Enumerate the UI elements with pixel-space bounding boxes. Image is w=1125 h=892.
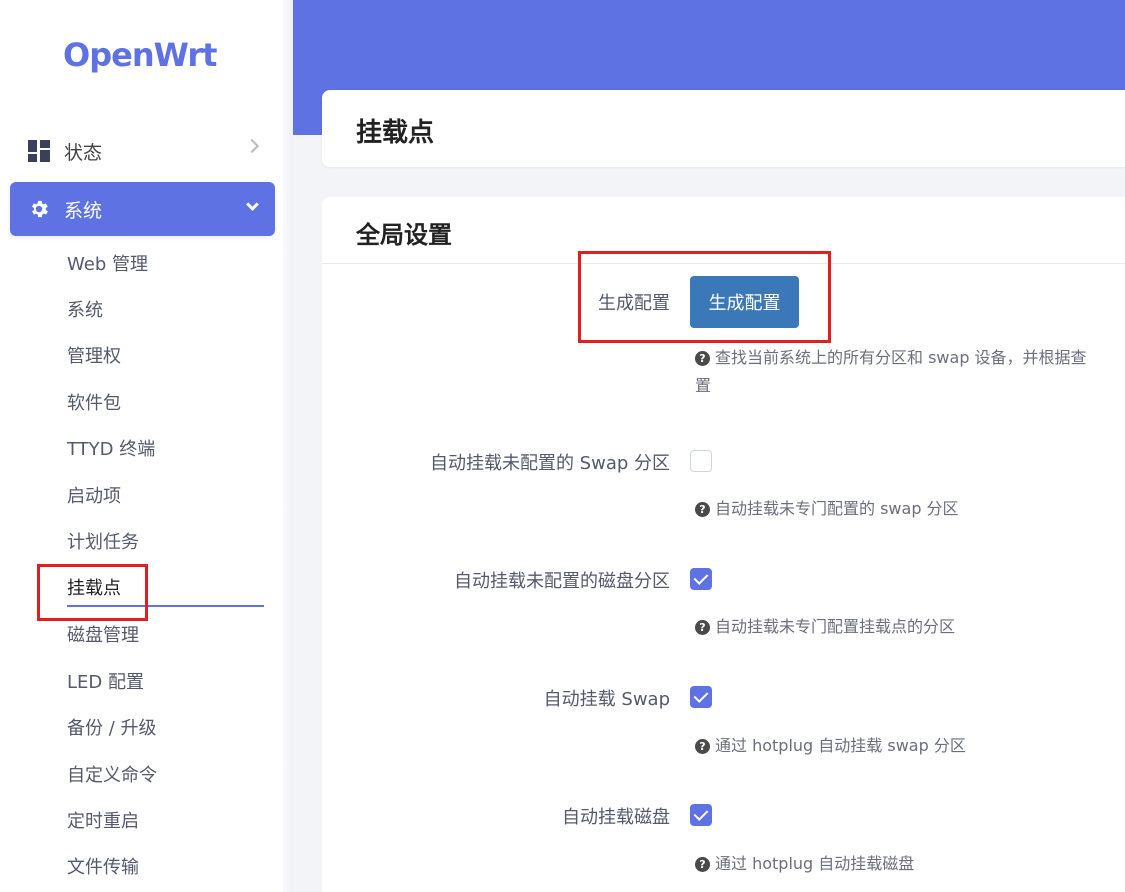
submenu-item-ttyd-terminal[interactable]: TTYD 终端 <box>67 435 155 461</box>
auto-swap-checkbox[interactable] <box>690 686 712 708</box>
question-icon: ? <box>695 351 710 366</box>
menu-item-system[interactable]: 系统 <box>10 182 275 236</box>
auto-mount-unconfigured-label: 自动挂载未配置的磁盘分区 <box>454 571 670 592</box>
auto-mount-disk-checkbox[interactable] <box>690 804 712 826</box>
submenu-item-backup-upgrade[interactable]: 备份 / 升级 <box>67 714 157 740</box>
highlight-box-mount-points <box>37 564 148 621</box>
submenu-item-startup[interactable]: 启动项 <box>67 482 121 508</box>
auto-swap-hint: ? 通过 hotplug 自动挂载 swap 分区 <box>695 732 966 756</box>
dashboard-grid-icon <box>28 140 50 162</box>
auto-swap-unconfigured-label: 自动挂载未配置的 Swap 分区 <box>429 453 670 474</box>
chevron-right-icon <box>244 138 260 154</box>
submenu-item-admin-rights[interactable]: 管理权 <box>67 342 121 368</box>
auto-swap-unconfigured-checkbox[interactable] <box>690 450 712 472</box>
sidebar: OpenWrt 状态 系统 Web 管理 系统 管理权 软件包 TTYD 终端 … <box>0 0 293 892</box>
menu-item-status-label: 状态 <box>64 141 103 164</box>
auto-mount-disk-hint: ? 通过 hotplug 自动挂载磁盘 <box>695 850 914 874</box>
auto-swap-unconfigured-hint: ? 自动挂载未专门配置的 swap 分区 <box>695 495 959 519</box>
question-icon: ? <box>695 857 710 872</box>
page-title-card: 挂载点 <box>322 90 1125 167</box>
question-icon: ? <box>695 620 710 635</box>
submenu-item-custom-commands[interactable]: 自定义命令 <box>67 761 157 787</box>
gear-icon <box>32 200 48 218</box>
auto-swap-label: 自动挂载 Swap <box>543 689 670 710</box>
submenu-item-system[interactable]: 系统 <box>67 296 103 322</box>
openwrt-logo[interactable]: OpenWrt <box>63 36 217 74</box>
generate-config-hint: ? 查找当前系统上的所有分区和 swap 设备，并根据查 置 <box>695 348 1087 395</box>
question-icon: ? <box>695 739 710 754</box>
submenu-item-scheduled-tasks[interactable]: 计划任务 <box>67 528 139 554</box>
menu-item-system-label: 系统 <box>64 199 103 222</box>
section-title: 全局设置 <box>356 221 452 249</box>
submenu-item-disk-management[interactable]: 磁盘管理 <box>67 621 139 647</box>
question-icon: ? <box>695 502 710 517</box>
auto-mount-disk-label: 自动挂载磁盘 <box>562 807 670 828</box>
highlight-box-generate-config <box>578 251 831 343</box>
submenu-item-scheduled-reboot[interactable]: 定时重启 <box>67 807 139 833</box>
sidebar-divider <box>283 0 293 892</box>
submenu-item-file-transfer[interactable]: 文件传输 <box>67 853 139 879</box>
menu-item-status[interactable]: 状态 <box>10 124 275 178</box>
chevron-down-icon <box>246 198 259 211</box>
submenu-item-led-config[interactable]: LED 配置 <box>67 668 144 694</box>
submenu-item-software[interactable]: 软件包 <box>67 389 121 415</box>
auto-mount-unconfigured-hint: ? 自动挂载未专门配置挂载点的分区 <box>695 613 955 637</box>
submenu-item-web-admin[interactable]: Web 管理 <box>67 250 148 276</box>
page-title: 挂载点 <box>356 118 435 148</box>
auto-mount-unconfigured-checkbox[interactable] <box>690 568 712 590</box>
